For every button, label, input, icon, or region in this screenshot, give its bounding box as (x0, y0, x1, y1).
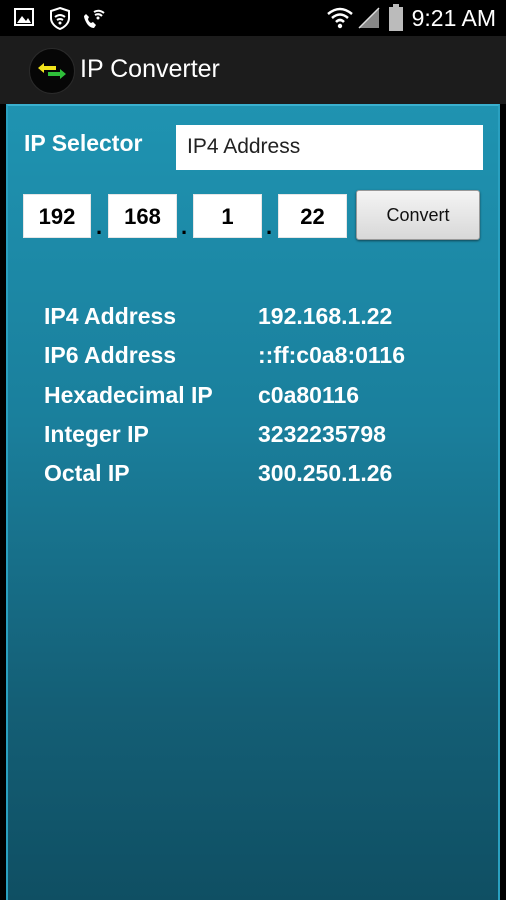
result-value-integer: 3232235798 (258, 421, 386, 447)
octet-3-input[interactable]: 1 (193, 194, 262, 238)
octet-2-input[interactable]: 168 (108, 194, 177, 238)
wifi-call-icon (82, 6, 106, 35)
ip-selector-label: IP Selector (24, 130, 143, 156)
convert-button[interactable]: Convert (356, 190, 480, 240)
result-label-ip6: IP6 Address (44, 342, 177, 368)
result-value-hex: c0a80116 (258, 382, 360, 408)
result-value-ip6: ::ff:c0a8:0116 (258, 342, 406, 368)
result-label-octal: Octal IP (44, 460, 130, 486)
result-label-integer: Integer IP (44, 421, 149, 447)
ip-selector-dropdown[interactable]: IP4 Address (176, 125, 483, 170)
octet-separator: . (266, 214, 273, 239)
signal-icon (357, 6, 381, 35)
app-title: IP Converter (80, 55, 220, 83)
status-bar: 9:21 AM (0, 0, 506, 36)
battery-icon (388, 4, 404, 37)
main-content: IP Selector IP4 Address 192 . 168 . 1 . … (6, 104, 500, 900)
arrows-exchange-icon (29, 48, 75, 94)
result-value-octal: 300.250.1.26 (258, 460, 393, 486)
wifi-icon (327, 6, 353, 35)
octet-1-input[interactable]: 192 (23, 194, 91, 238)
result-label-ip4: IP4 Address (44, 303, 177, 329)
result-value-ip4: 192.168.1.22 (258, 303, 393, 329)
shield-wifi-icon (48, 6, 72, 35)
clock: 9:21 AM (411, 5, 496, 31)
octet-separator: . (96, 214, 103, 239)
octet-separator: . (181, 214, 188, 239)
action-bar: IP Converter (0, 36, 506, 104)
image-icon (13, 6, 35, 33)
octet-4-input[interactable]: 22 (278, 194, 347, 238)
result-label-hex: Hexadecimal IP (44, 382, 213, 408)
